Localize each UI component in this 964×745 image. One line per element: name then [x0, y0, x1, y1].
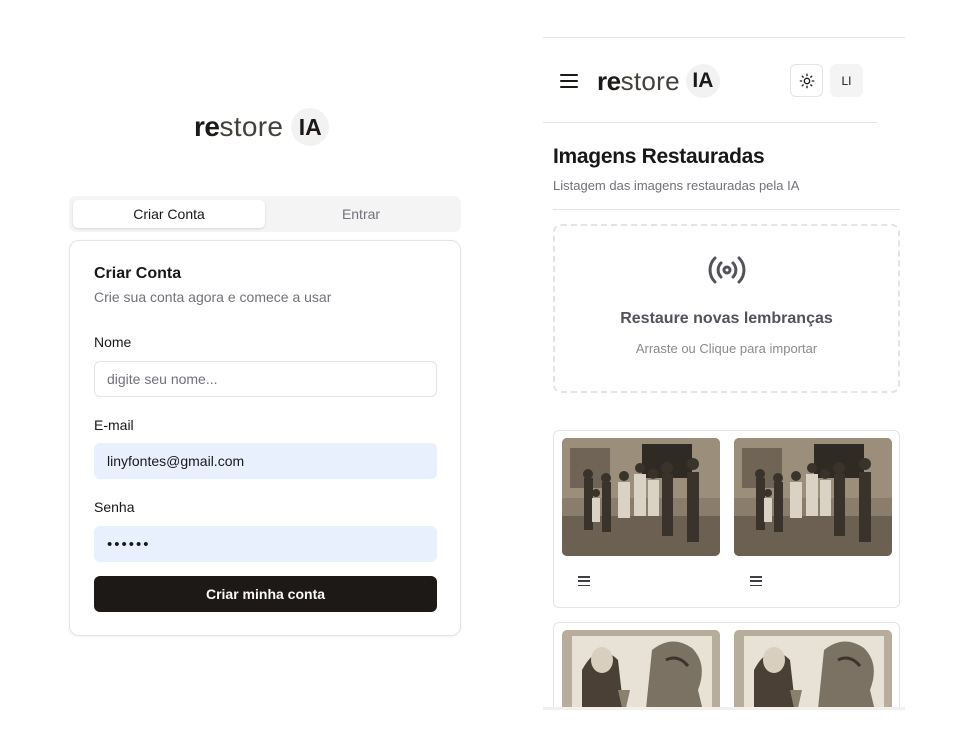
radio-tower-icon	[708, 256, 746, 284]
signup-card: Criar Conta Crie sua conta agora e comec…	[69, 240, 461, 636]
dropzone-title: Restaure novas lembranças	[620, 310, 833, 327]
header-divider	[543, 122, 877, 123]
logo-text-bold: re	[194, 111, 220, 142]
original-image-thumbnail[interactable]	[562, 438, 720, 556]
restored-image-thumbnail[interactable]	[734, 630, 892, 707]
create-account-button[interactable]: Criar minha conta	[94, 576, 437, 612]
image-options-icon[interactable]	[750, 576, 762, 586]
tab-criar-conta[interactable]: Criar Conta	[73, 200, 265, 228]
app-logo: re store IA	[194, 107, 330, 147]
upload-dropzone[interactable]: Restaure novas lembranças Arraste ou Cli…	[553, 224, 900, 393]
auth-tabs: Criar Conta Entrar	[69, 196, 461, 232]
dropzone-subtitle: Arraste ou Clique para importar	[635, 341, 818, 356]
restored-image-card	[553, 622, 900, 707]
logo-badge: IA	[685, 64, 720, 98]
page-title: Imagens Restauradas	[553, 145, 765, 168]
password-input[interactable]	[94, 526, 437, 562]
image-options-icon[interactable]	[578, 576, 590, 586]
tab-entrar[interactable]: Entrar	[265, 200, 457, 228]
title-divider	[553, 209, 900, 210]
theme-toggle-button[interactable]	[790, 64, 823, 97]
dashboard-panel: re store IA LI Imagens Restauradas Listage…	[543, 37, 905, 710]
restored-image-card	[553, 430, 900, 608]
logo-badge: IA	[291, 108, 330, 146]
name-label: Nome	[94, 334, 132, 350]
logo-text-bold: re	[597, 65, 621, 96]
sun-icon	[799, 73, 814, 88]
original-image-thumbnail[interactable]	[562, 630, 720, 707]
page-subtitle: Listagem das imagens restauradas pela IA	[553, 178, 800, 193]
name-input[interactable]	[94, 361, 437, 397]
restored-image-thumbnail[interactable]	[734, 438, 892, 556]
logo-text-light: store	[219, 111, 284, 142]
menu-icon[interactable]	[560, 74, 578, 88]
email-label: E-mail	[94, 417, 134, 433]
password-label: Senha	[94, 499, 135, 515]
email-input[interactable]	[94, 443, 437, 479]
user-avatar[interactable]: LI	[830, 64, 863, 97]
app-logo: re store IA	[597, 64, 720, 98]
logo-text-light: store	[620, 65, 680, 96]
card-subtitle: Crie sua conta agora e comece a usar	[94, 289, 332, 305]
card-title: Criar Conta	[94, 265, 182, 282]
